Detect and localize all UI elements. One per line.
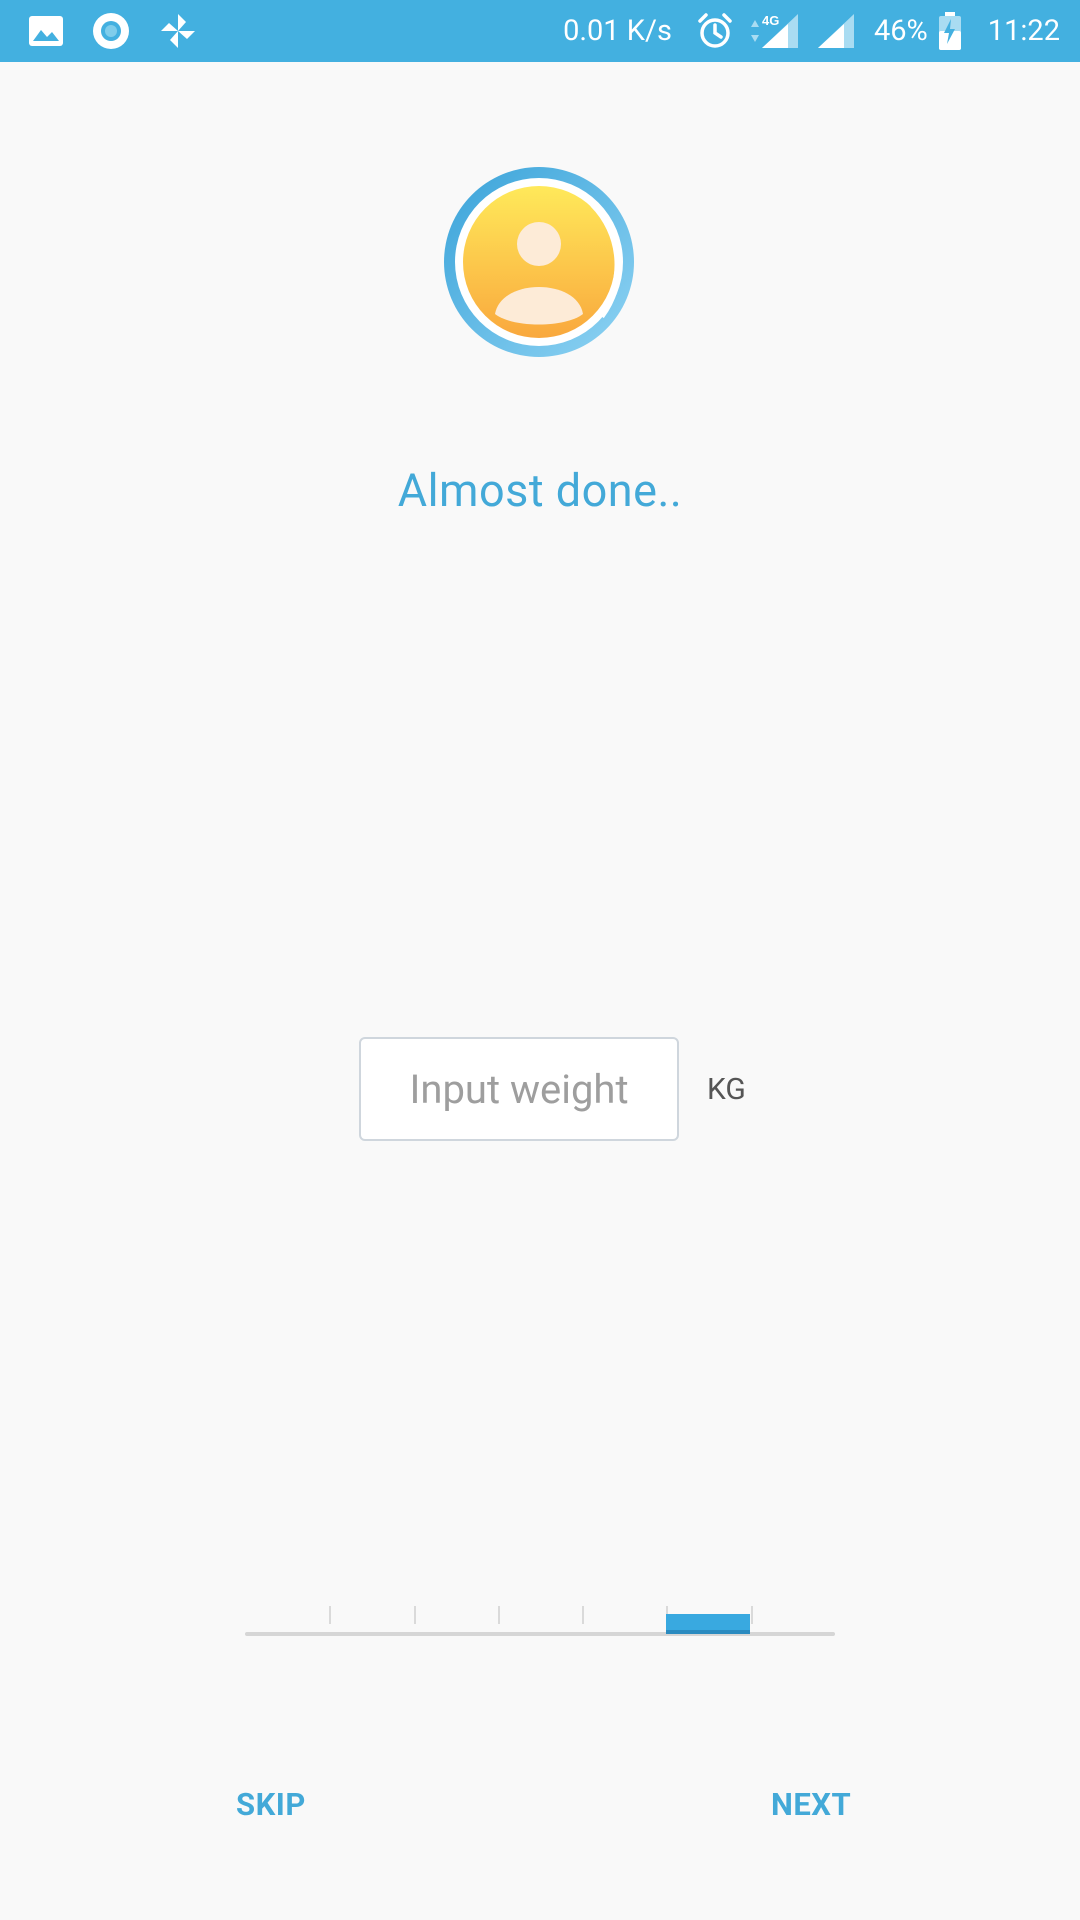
clock: 11:22 (987, 14, 1060, 48)
signal-strength-icon (816, 12, 856, 50)
status-bar: 0.01 K/s 4G 46% 11:22 (0, 0, 1080, 62)
avatar-icon (444, 167, 634, 357)
profile-avatar (443, 166, 635, 358)
progress-current-step (666, 1614, 750, 1634)
alarm-icon (696, 12, 734, 50)
next-button[interactable]: NEXT (771, 1782, 851, 1827)
pinwheel-icon (158, 11, 198, 51)
weight-input[interactable] (359, 1037, 679, 1141)
camera-circle-icon (92, 12, 130, 50)
data-arrows-icon (750, 17, 760, 45)
progress-tick (329, 1606, 331, 1624)
step-progress-indicator (245, 1598, 835, 1638)
image-icon (28, 15, 64, 47)
cellular-4g-icon: 4G (760, 12, 800, 50)
network-type-label: 4G (762, 13, 779, 28)
progress-tick (751, 1606, 753, 1624)
progress-tick (414, 1606, 416, 1624)
page-title: Almost done.. (397, 464, 683, 517)
progress-tick (582, 1606, 584, 1624)
weight-unit-label: KG (707, 1072, 746, 1107)
battery-charging-icon (938, 11, 962, 51)
progress-tick (498, 1606, 500, 1624)
skip-button[interactable]: SKIP (236, 1782, 306, 1827)
network-speed: 0.01 K/s (563, 14, 672, 48)
battery-percent: 46% (873, 14, 928, 48)
status-bar-notifications (28, 0, 198, 62)
status-bar-system: 0.01 K/s 4G 46% 11:22 (563, 0, 1060, 62)
